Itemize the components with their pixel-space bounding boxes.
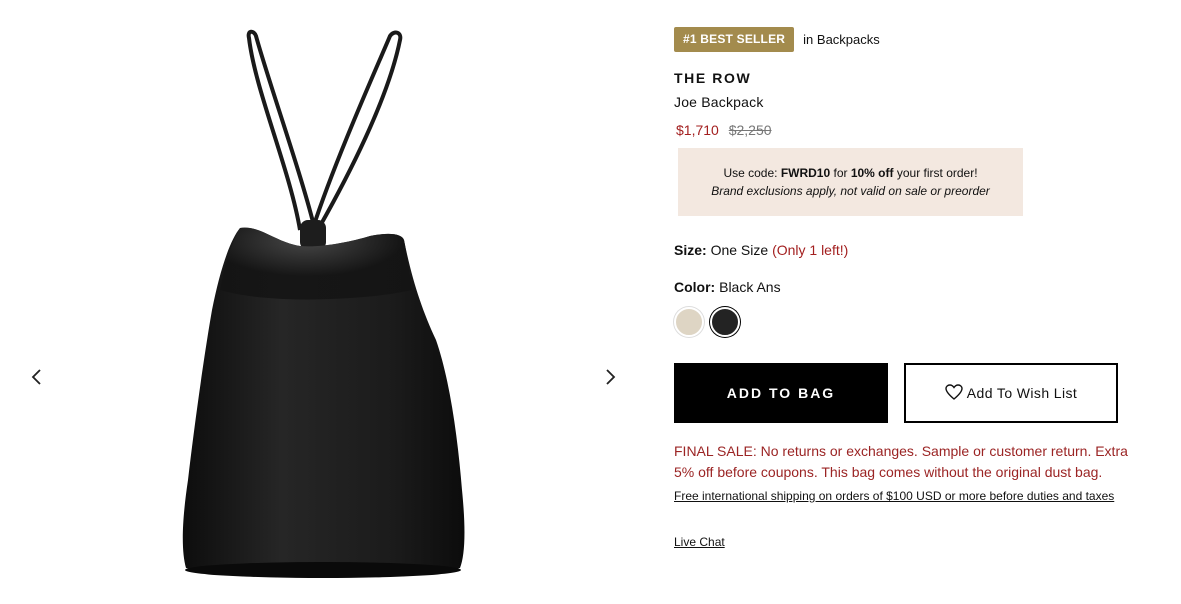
live-chat-link[interactable]: Live Chat xyxy=(674,535,1154,549)
shipping-link[interactable]: Free international shipping on orders of… xyxy=(674,489,1114,503)
add-to-wish-list-button[interactable]: Add To Wish List xyxy=(904,363,1118,423)
product-gallery xyxy=(0,0,650,604)
brand-name[interactable]: THE ROW xyxy=(674,70,1154,86)
bestseller-row: #1 BEST SELLER in Backpacks xyxy=(674,27,1154,52)
original-price: $2,250 xyxy=(728,122,772,138)
promo-line: Use code: FWRD10 for 10% off your first … xyxy=(723,166,978,180)
price-row: $1,710 $2,250 xyxy=(674,122,1154,138)
heart-icon xyxy=(945,383,963,403)
size-value: One Size xyxy=(710,242,769,258)
swatch-cream[interactable] xyxy=(674,307,704,337)
product-name: Joe Backpack xyxy=(674,94,764,110)
promo-note: Brand exclusions apply, not valid on sal… xyxy=(711,184,990,198)
promo-banner: Use code: FWRD10 for 10% off your first … xyxy=(678,148,1023,216)
size-label: Size: xyxy=(674,242,707,258)
promo-discount: 10% off xyxy=(850,166,894,180)
action-buttons: ADD TO BAG Add To Wish List xyxy=(674,363,1154,423)
swatch-black-selected[interactable] xyxy=(710,307,740,337)
chevron-right-icon[interactable] xyxy=(598,365,622,389)
product-image xyxy=(182,29,465,578)
color-label: Color: xyxy=(674,279,716,295)
sale-price: $1,710 xyxy=(676,122,719,138)
bestseller-category: in Backpacks xyxy=(803,32,880,47)
add-to-bag-button[interactable]: ADD TO BAG xyxy=(674,363,888,423)
color-swatches xyxy=(674,307,1154,337)
stock-note: (Only 1 left!) xyxy=(772,242,849,258)
size-row: Size: One Size (Only 1 left!) xyxy=(674,242,1154,258)
color-value: Black Ans xyxy=(719,279,781,295)
wish-list-label: Add To Wish List xyxy=(966,385,1078,401)
product-info: #1 BEST SELLER in Backpacks THE ROW Joe … xyxy=(674,27,1154,549)
bestseller-badge: #1 BEST SELLER xyxy=(674,27,795,52)
chevron-left-icon[interactable] xyxy=(25,365,49,389)
color-row: Color: Black Ans xyxy=(674,279,1154,295)
promo-code: FWRD10 xyxy=(780,166,831,180)
final-sale-note: FINAL SALE: No returns or exchanges. Sam… xyxy=(674,443,1128,480)
